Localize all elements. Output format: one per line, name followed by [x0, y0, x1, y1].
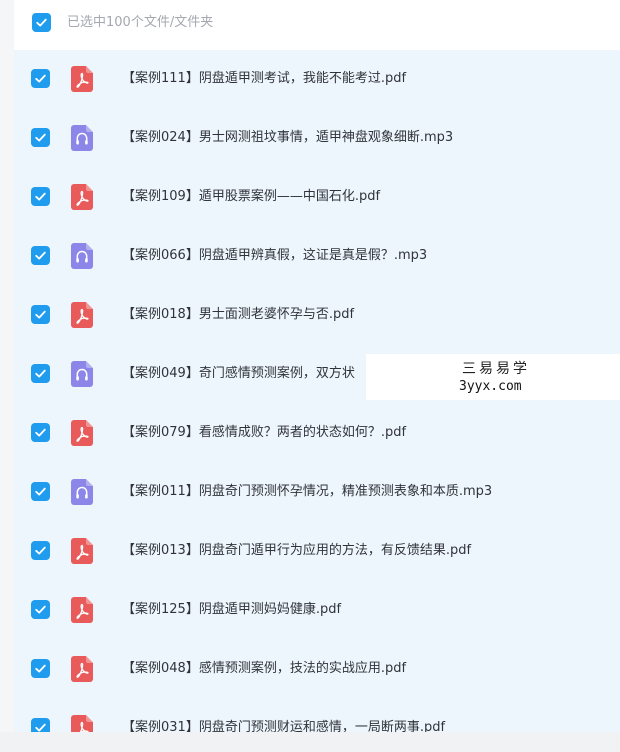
file-name[interactable]: 【案例111】阴盘遁甲测考试，我能不能考过.pdf	[122, 70, 406, 88]
file-checkbox[interactable]	[31, 187, 50, 206]
audio-file-icon	[71, 479, 93, 505]
pdf-icon	[71, 184, 93, 210]
file-checkbox[interactable]	[31, 69, 50, 88]
file-row[interactable]: 【案例109】遁甲股票案例——中国石化.pdf	[14, 168, 620, 227]
file-checkbox[interactable]	[31, 423, 50, 442]
file-name[interactable]: 【案例024】男士网测祖坟事情，遁甲神盘观象细断.mp3	[122, 129, 453, 147]
file-row[interactable]: 【案例111】阴盘遁甲测考试，我能不能考过.pdf	[14, 50, 620, 109]
checkmark-icon	[35, 310, 46, 319]
file-row[interactable]: 【案例048】感情预测案例，技法的实战应用.pdf	[14, 640, 620, 699]
file-name[interactable]: 【案例049】奇门感情预测案例，双方状	[122, 365, 355, 383]
checkmark-icon	[35, 546, 46, 555]
pdf-icon	[71, 420, 93, 446]
checkmark-icon	[35, 664, 46, 673]
file-row[interactable]: 【案例125】阴盘遁甲测妈妈健康.pdf	[14, 581, 620, 640]
file-row[interactable]: 【案例011】阴盘奇门预测怀孕情况，精准预测表象和本质.mp3	[14, 463, 620, 522]
pdf-icon	[71, 597, 93, 623]
watermark: 三易易学 3yyx.com	[366, 354, 620, 400]
file-name[interactable]: 【案例013】阴盘奇门遁甲行为应用的方法，有反馈结果.pdf	[122, 542, 471, 560]
pdf-icon	[71, 302, 93, 328]
checkmark-icon	[35, 251, 46, 260]
checkmark-icon	[35, 133, 46, 142]
file-list: 【案例111】阴盘遁甲测考试，我能不能考过.pdf 【案例024】男士网测祖坟事情…	[14, 50, 620, 752]
file-name[interactable]: 【案例125】阴盘遁甲测妈妈健康.pdf	[122, 601, 341, 619]
selection-header: 已选中100个文件/文件夹	[14, 0, 620, 50]
file-name[interactable]: 【案例079】看感情成败？两者的状态如何？.pdf	[122, 424, 406, 442]
file-row[interactable]: 【案例024】男士网测祖坟事情，遁甲神盘观象细断.mp3	[14, 109, 620, 168]
file-name[interactable]: 【案例109】遁甲股票案例——中国石化.pdf	[122, 188, 380, 206]
file-name[interactable]: 【案例066】阴盘遁甲辨真假，这证是真是假？.mp3	[122, 247, 427, 265]
file-checkbox[interactable]	[31, 659, 50, 678]
pdf-icon	[71, 66, 93, 92]
file-checkbox[interactable]	[31, 305, 50, 324]
pdf-icon	[71, 656, 93, 682]
file-name[interactable]: 【案例018】男士面测老婆怀孕与否.pdf	[122, 306, 354, 324]
checkmark-icon	[35, 192, 46, 201]
file-row[interactable]: 【案例079】看感情成败？两者的状态如何？.pdf	[14, 404, 620, 463]
file-checkbox[interactable]	[31, 246, 50, 265]
file-checkbox[interactable]	[31, 541, 50, 560]
checkmark-icon	[35, 74, 46, 83]
watermark-chinese: 三易易学	[462, 361, 530, 377]
file-name[interactable]: 【案例011】阴盘奇门预测怀孕情况，精准预测表象和本质.mp3	[122, 483, 492, 501]
checkmark-icon	[35, 369, 46, 378]
watermark-site: 3yyx.com	[459, 379, 522, 394]
file-row[interactable]: 【案例013】阴盘奇门遁甲行为应用的方法，有反馈结果.pdf	[14, 522, 620, 581]
checkmark-icon	[35, 428, 46, 437]
checkmark-icon	[36, 18, 47, 27]
file-checkbox[interactable]	[31, 600, 50, 619]
selection-count-text: 已选中100个文件/文件夹	[67, 15, 214, 30]
audio-file-icon	[71, 125, 93, 151]
file-row[interactable]: 【案例066】阴盘遁甲辨真假，这证是真是假？.mp3	[14, 227, 620, 286]
audio-file-icon	[71, 361, 93, 387]
pdf-icon	[71, 538, 93, 564]
checkmark-icon	[35, 605, 46, 614]
audio-file-icon	[71, 243, 93, 269]
file-name[interactable]: 【案例048】感情预测案例，技法的实战应用.pdf	[122, 660, 406, 678]
select-all-checkbox[interactable]	[32, 13, 51, 32]
file-checkbox[interactable]	[31, 482, 50, 501]
file-checkbox[interactable]	[31, 364, 50, 383]
checkmark-icon	[35, 487, 46, 496]
bottom-bar	[0, 732, 620, 752]
file-checkbox[interactable]	[31, 128, 50, 147]
file-row[interactable]: 【案例018】男士面测老婆怀孕与否.pdf	[14, 286, 620, 345]
